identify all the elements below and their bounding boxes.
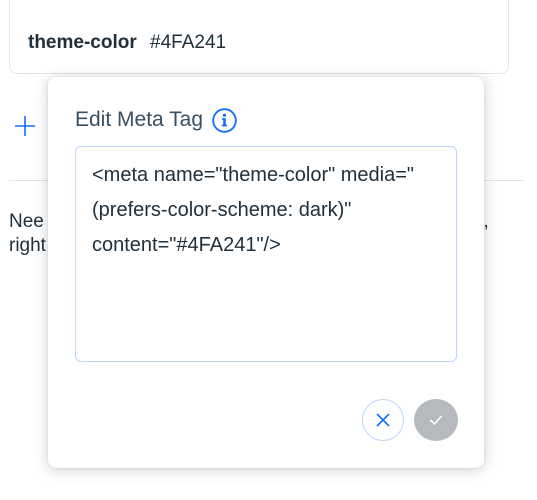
meta-tag-name: theme-color	[28, 32, 137, 53]
tag-row-top-edge	[9, 0, 509, 12]
meta-tag-value: #4FA241	[150, 32, 227, 53]
edit-meta-tag-popover: Edit Meta Tag <meta name="theme-color" m…	[48, 77, 484, 468]
help-link-comma: ,	[483, 211, 489, 232]
popover-header: Edit Meta Tag	[75, 106, 237, 134]
info-icon[interactable]	[212, 107, 237, 133]
meta-tag-row[interactable]: theme-color #4FA241	[9, 12, 509, 74]
popover-title: Edit Meta Tag	[75, 108, 204, 131]
close-icon	[376, 413, 390, 427]
checkmark-icon	[430, 415, 442, 425]
plus-icon-svg	[15, 116, 35, 136]
meta-tag-textarea[interactable]: <meta name="theme-color" media="(prefers…	[75, 146, 457, 362]
plus-icon[interactable]	[13, 114, 37, 138]
confirm-button[interactable]	[414, 399, 458, 441]
meta-tag-row-content: theme-color #4FA241	[28, 32, 226, 54]
cancel-button[interactable]	[362, 399, 404, 441]
background-help-text: Nee right	[9, 211, 46, 256]
